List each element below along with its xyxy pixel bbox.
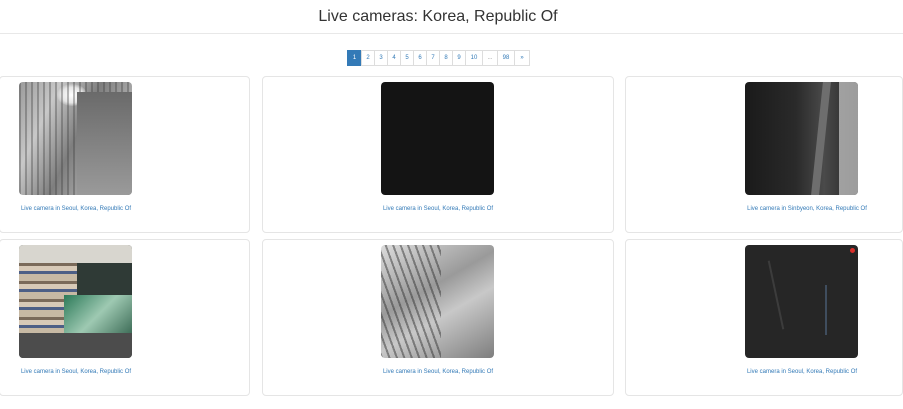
camera-card: Live camera in Seoul, Korea, Republic Of: [0, 239, 250, 396]
page-title: Live cameras: Korea, Republic Of: [318, 8, 558, 25]
shadow-line: [825, 285, 827, 335]
page-10-button[interactable]: 10: [465, 50, 483, 66]
counter: [64, 295, 132, 335]
page-5-button[interactable]: 5: [400, 50, 414, 66]
page-6-button[interactable]: 6: [413, 50, 427, 66]
camera-card: Live camera in Sinbyeon, Korea, Republic…: [625, 76, 903, 233]
camera-link[interactable]: Live camera in Seoul, Korea, Republic Of: [0, 205, 156, 213]
camera-thumbnail[interactable]: [381, 245, 494, 358]
camera-card: Live camera in Seoul, Korea, Republic Of: [262, 76, 614, 233]
page-8-button[interactable]: 8: [439, 50, 453, 66]
camera-thumbnail[interactable]: [19, 82, 132, 195]
floor: [19, 333, 132, 358]
street-area: [77, 92, 132, 195]
pagination-ellipsis: ...: [482, 50, 498, 66]
camera-card: Live camera in Seoul, Korea, Republic Of: [625, 239, 903, 396]
shadow-line: [767, 260, 785, 330]
camera-card: Live camera in Seoul, Korea, Republic Of: [0, 76, 250, 233]
pagination: 1 2 3 4 5 6 7 8 9 10 ... 98 »: [347, 50, 530, 66]
ceiling: [19, 245, 132, 263]
camera-thumbnail[interactable]: [745, 245, 858, 358]
camera-thumbnail[interactable]: [381, 82, 494, 195]
camera-thumbnail[interactable]: [745, 82, 858, 195]
camera-link[interactable]: Live camera in Seoul, Korea, Republic Of: [722, 368, 882, 376]
scaffold: [381, 245, 441, 358]
camera-link[interactable]: Live camera in Seoul, Korea, Republic Of: [358, 205, 518, 213]
pole: [811, 82, 831, 195]
camera-thumbnail[interactable]: [19, 245, 132, 358]
page-98-button[interactable]: 98: [497, 50, 515, 66]
page-3-button[interactable]: 3: [374, 50, 388, 66]
camera-link[interactable]: Live camera in Seoul, Korea, Republic Of: [358, 368, 518, 376]
recording-dot-icon: [850, 248, 855, 253]
camera-link[interactable]: Live camera in Seoul, Korea, Republic Of: [0, 368, 156, 376]
page-4-button[interactable]: 4: [387, 50, 401, 66]
page-7-button[interactable]: 7: [426, 50, 440, 66]
camera-link[interactable]: Live camera in Sinbyeon, Korea, Republic…: [722, 205, 892, 213]
camera-card: Live camera in Seoul, Korea, Republic Of: [262, 239, 614, 396]
page-9-button[interactable]: 9: [452, 50, 466, 66]
page-1-button[interactable]: 1: [347, 50, 362, 66]
next-page-button[interactable]: »: [514, 50, 530, 66]
wall: [839, 82, 858, 195]
page-2-button[interactable]: 2: [361, 50, 375, 66]
header-divider: [0, 33, 903, 34]
